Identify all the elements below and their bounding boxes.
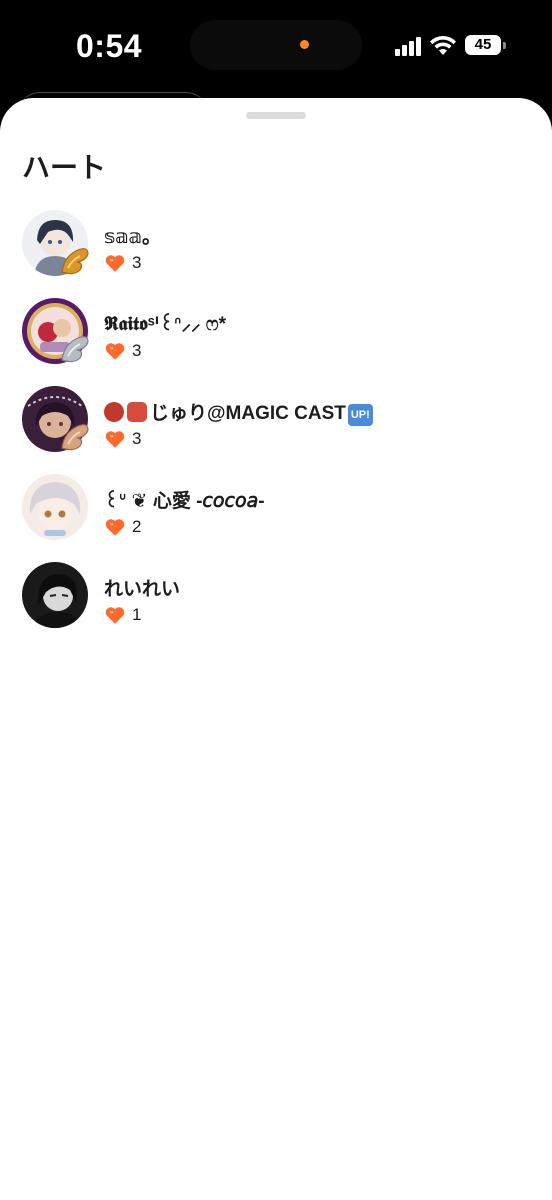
battery-cap (503, 42, 506, 49)
wifi-icon (430, 35, 456, 55)
liker-row[interactable]: れいれい 1 (0, 560, 552, 648)
heart-icon (105, 431, 125, 448)
dynamic-island (190, 20, 362, 70)
liker-name[interactable]: 𝕽𝖆𝖎𝖙𝖔ˢᑊ꒰ᐢ⸝⸝ ෆ* (104, 310, 226, 336)
liker-row[interactable]: ꒰ᐡ ❦ 心愛 -𝘤𝘰𝘤𝘰𝘢- 2 (0, 472, 552, 560)
wing-badge-icon (61, 248, 89, 275)
liker-name[interactable]: ꒰ᐡ ❦ 心愛 -𝘤𝘰𝘤𝘰𝘢- (104, 486, 265, 513)
avatar[interactable] (22, 474, 88, 540)
heart-count-value: 1 (132, 605, 142, 624)
status-time: 0:54 (76, 28, 143, 64)
liker-row[interactable]: 𝕽𝖆𝖎𝖙𝖔ˢᑊ꒰ᐢ⸝⸝ ෆ* 3 (0, 296, 552, 384)
tengu-emoji-icon (127, 402, 147, 422)
liker-row[interactable]: じゅり@MAGIC CAST UP! 3 (0, 384, 552, 472)
hearts-sheet: ハート 𝕤𝕒𝕒｡ 3 𝕽𝖆𝖎𝖙𝖔ˢᑊ꒰ᐢ⸝⸝ ෆ* 3 じゅり@MAGIC CA… (0, 98, 552, 1200)
wing-badge-icon (61, 336, 89, 363)
liker-name[interactable]: 𝕤𝕒𝕒｡ (104, 222, 152, 249)
ogre-emoji-icon (104, 402, 124, 422)
avatar[interactable] (22, 562, 88, 628)
heart-icon (105, 343, 125, 360)
up-badge-icon: UP! (347, 404, 373, 426)
liker-name-wrap[interactable]: じゅり@MAGIC CAST UP! (104, 398, 373, 426)
liker-name[interactable]: れいれい (104, 574, 180, 601)
screen: 0:54 45 ハート 𝕤𝕒𝕒｡ 3 𝕽𝖆𝖎𝖙𝖔ˢᑊ꒰ᐢ⸝⸝ ෆ* 3 じゅり@… (0, 0, 552, 1200)
sheet-title: ハート (22, 152, 107, 183)
sheet-grabber[interactable] (246, 112, 306, 119)
liker-row[interactable]: 𝕤𝕒𝕒｡ 3 (0, 208, 552, 296)
wing-badge-icon (61, 424, 89, 451)
heart-icon (105, 607, 125, 624)
status-bar: 0:54 45 (0, 0, 552, 96)
battery-icon: 45 (465, 35, 501, 55)
heart-count-value: 2 (132, 517, 142, 536)
likers-list: 𝕤𝕒𝕒｡ 3 𝕽𝖆𝖎𝖙𝖔ˢᑊ꒰ᐢ⸝⸝ ෆ* 3 じゅり@MAGIC CAST U… (0, 208, 552, 648)
heart-icon (105, 519, 125, 536)
heart-count-value: 3 (132, 341, 142, 360)
heart-count-value: 3 (132, 253, 142, 272)
cellular-signal-icon (395, 36, 425, 56)
heart-count-value: 3 (132, 429, 142, 448)
liker-name: じゅり@MAGIC CAST (150, 403, 346, 424)
battery-level: 45 (474, 36, 492, 53)
recording-indicator-icon (300, 40, 309, 49)
heart-icon (105, 255, 125, 272)
